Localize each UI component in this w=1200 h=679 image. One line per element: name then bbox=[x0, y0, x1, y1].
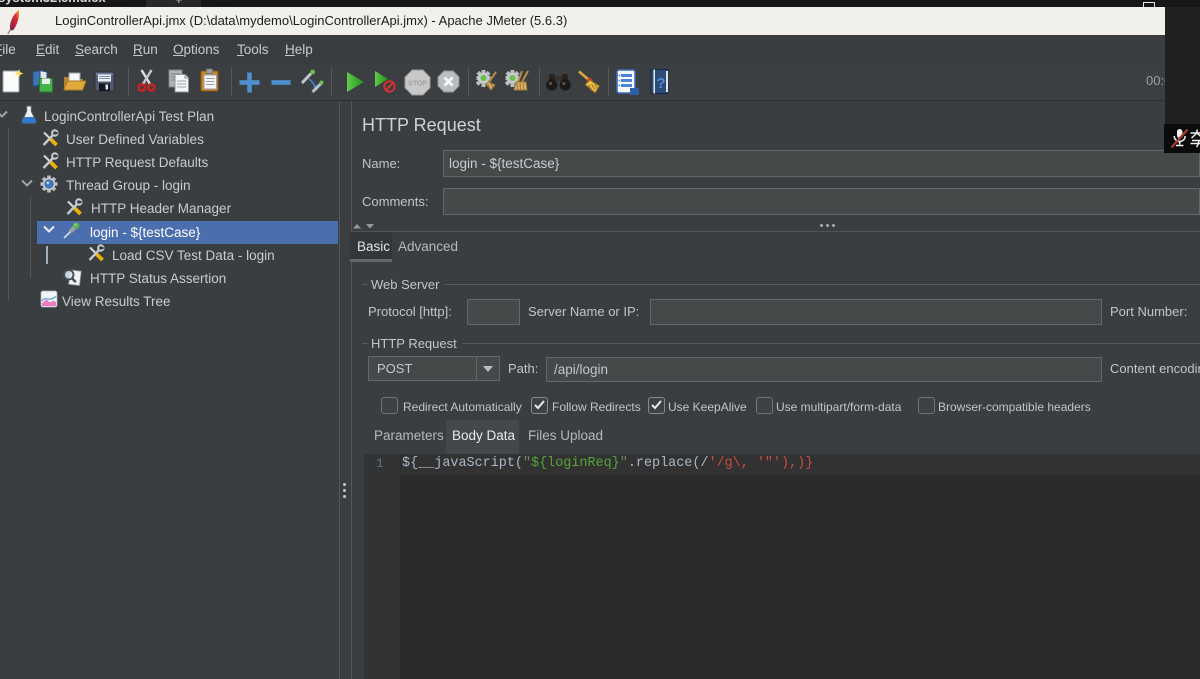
svg-text:STOP: STOP bbox=[408, 81, 427, 88]
svg-text:?: ? bbox=[656, 75, 665, 92]
